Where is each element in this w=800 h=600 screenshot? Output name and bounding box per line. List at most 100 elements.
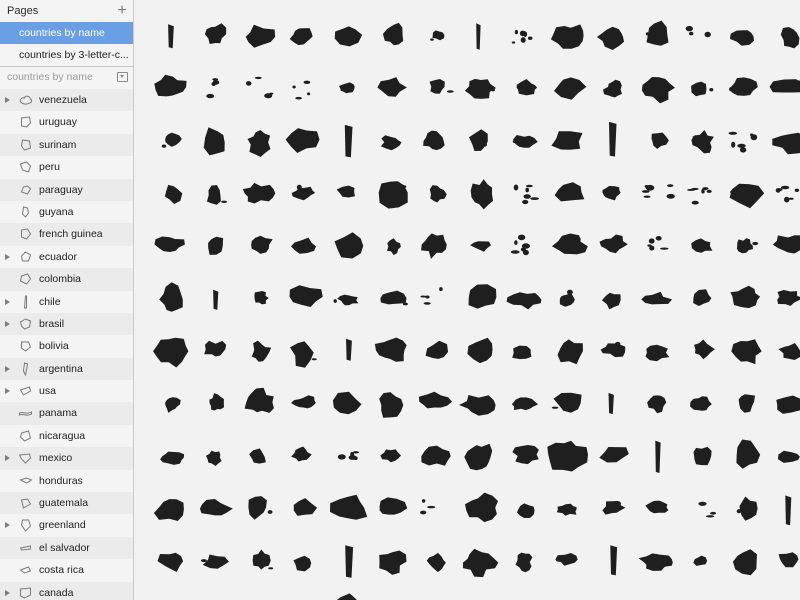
layer-row-french-guinea[interactable]: french guinea (0, 223, 133, 246)
country-shape[interactable] (777, 450, 800, 463)
country-shape[interactable] (551, 131, 583, 150)
country-shape[interactable] (554, 182, 585, 202)
country-shape[interactable] (645, 20, 669, 46)
layer-row-surinam[interactable]: surinam (0, 133, 133, 157)
country-shape[interactable] (168, 24, 174, 49)
country-shape[interactable] (200, 554, 229, 569)
layer-row-guyana[interactable]: guyana (0, 200, 133, 224)
country-shape[interactable] (291, 237, 316, 254)
country-shape[interactable] (378, 181, 408, 209)
plus-icon[interactable]: + (115, 0, 129, 22)
country-shape[interactable] (641, 77, 675, 104)
country-shape[interactable] (328, 593, 367, 600)
layer-row-nicaragua[interactable]: nicaragua (0, 424, 133, 448)
country-shape[interactable] (551, 392, 582, 413)
country-shape[interactable] (248, 496, 273, 520)
layer-row-panama[interactable]: panama (0, 402, 133, 425)
country-shape[interactable] (251, 340, 272, 362)
country-shape[interactable] (154, 74, 187, 97)
country-shape[interactable] (655, 440, 661, 473)
country-shape[interactable] (608, 392, 614, 415)
layer-row-paraguay[interactable]: paraguay (0, 178, 133, 201)
layer-row-costa-rica[interactable]: costa rica (0, 559, 133, 582)
country-shape[interactable] (204, 340, 227, 357)
country-shape[interactable] (254, 291, 269, 305)
country-shape[interactable] (157, 552, 184, 572)
country-shape[interactable] (731, 339, 762, 365)
country-shape[interactable] (345, 545, 354, 578)
country-shape[interactable] (738, 394, 755, 413)
country-shape[interactable] (423, 130, 445, 151)
country-shape[interactable] (208, 236, 224, 255)
country-shape[interactable] (645, 344, 670, 362)
country-shape[interactable] (596, 26, 624, 50)
country-shape[interactable] (512, 445, 539, 465)
country-shape[interactable] (516, 79, 538, 96)
country-shape[interactable] (161, 132, 182, 148)
country-shape[interactable] (330, 494, 368, 520)
country-shape[interactable] (693, 289, 712, 306)
country-shape[interactable] (647, 395, 667, 414)
disclosure-triangle-icon[interactable] (5, 320, 10, 327)
country-shape[interactable] (160, 451, 185, 465)
country-shape[interactable] (291, 395, 316, 409)
country-shape[interactable] (785, 495, 792, 526)
country-shape[interactable] (512, 345, 532, 360)
layer-row-chile[interactable]: chile (0, 290, 133, 313)
country-shape[interactable] (333, 294, 359, 306)
country-shape[interactable] (209, 393, 224, 411)
layer-row-canada[interactable]: canada (0, 581, 133, 600)
layer-row-honduras[interactable]: honduras (0, 469, 133, 493)
country-shape[interactable] (421, 233, 447, 259)
country-shape[interactable] (337, 451, 359, 461)
country-shape[interactable] (425, 340, 449, 359)
country-shape[interactable] (380, 449, 401, 463)
layer-row-usa[interactable]: usa (0, 380, 133, 403)
layer-row-el-salvador[interactable]: el salvador (0, 536, 133, 560)
country-shape[interactable] (430, 30, 445, 41)
country-shape[interactable] (245, 76, 274, 99)
country-shape[interactable] (769, 79, 800, 93)
collapse-all-icon[interactable] (117, 72, 128, 82)
disclosure-triangle-icon[interactable] (5, 253, 10, 260)
country-shape[interactable] (777, 290, 800, 306)
country-shape[interactable] (516, 503, 535, 518)
country-shape[interactable] (775, 185, 800, 203)
country-shape[interactable] (291, 184, 316, 201)
country-shape[interactable] (379, 392, 404, 418)
country-shape[interactable] (165, 397, 181, 413)
country-shape[interactable] (338, 82, 355, 94)
country-shape[interactable] (600, 341, 626, 358)
country-shape[interactable] (420, 499, 436, 515)
layer-search-input[interactable] (0, 67, 119, 87)
country-shape[interactable] (164, 184, 183, 204)
country-shape[interactable] (387, 238, 401, 256)
country-shape[interactable] (292, 80, 311, 100)
country-shape[interactable] (693, 555, 708, 566)
layer-row-guatemala[interactable]: guatemala (0, 492, 133, 515)
country-shape[interactable] (645, 500, 669, 514)
country-shape[interactable] (204, 23, 227, 44)
country-shape[interactable] (459, 395, 496, 416)
country-shape[interactable] (772, 235, 800, 254)
country-shape[interactable] (511, 29, 533, 44)
country-shape[interactable] (429, 185, 447, 203)
country-shape[interactable] (698, 501, 717, 518)
disclosure-triangle-icon[interactable] (5, 365, 10, 372)
country-shape[interactable] (729, 183, 765, 209)
country-shape[interactable] (730, 285, 761, 309)
country-shape[interactable] (638, 553, 673, 571)
country-shape[interactable] (599, 447, 629, 463)
country-shape[interactable] (691, 81, 714, 97)
country-shape[interactable] (426, 552, 446, 573)
country-shape[interactable] (736, 238, 759, 254)
country-shape[interactable] (206, 450, 222, 466)
country-shape[interactable] (686, 187, 712, 205)
country-shape[interactable] (690, 396, 712, 411)
country-shape[interactable] (691, 238, 713, 253)
country-shape[interactable] (464, 443, 493, 471)
country-shape[interactable] (336, 185, 355, 198)
country-shape[interactable] (469, 129, 488, 151)
country-shape[interactable] (421, 445, 451, 466)
country-shape[interactable] (244, 387, 274, 413)
